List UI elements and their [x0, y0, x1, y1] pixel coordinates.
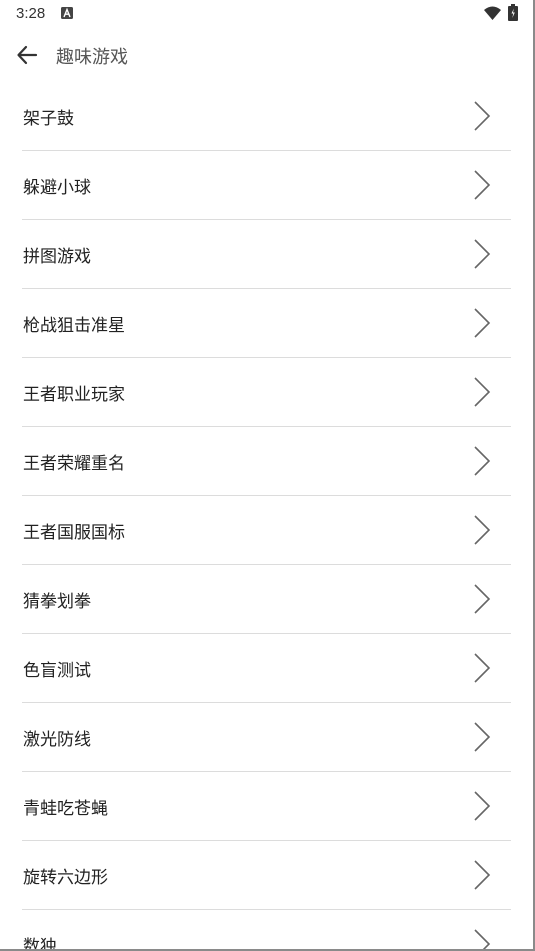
- status-time: 3:28: [16, 5, 46, 22]
- battery-icon: [508, 4, 518, 21]
- item-label: 架子鼓: [23, 109, 74, 129]
- list-item-xuanzhuan[interactable]: 旋转六边形: [22, 841, 511, 910]
- chevron-right-icon: [474, 170, 491, 200]
- chevron-right-icon: [474, 377, 491, 407]
- list-item-pintu-youxi[interactable]: 拼图游戏: [22, 220, 511, 289]
- wifi-icon: [484, 6, 501, 20]
- chevron-right-icon: [474, 929, 491, 949]
- list-item-wangzhe-guobiao[interactable]: 王者国服国标: [22, 496, 511, 565]
- chevron-right-icon: [474, 101, 491, 131]
- list-item-shudu[interactable]: 数独: [22, 910, 511, 951]
- app-header: 趣味游戏: [0, 36, 533, 74]
- list-item-semang-ceshi[interactable]: 色盲测试: [22, 634, 511, 703]
- list-item-wangzhe-zhiye[interactable]: 王者职业玩家: [22, 358, 511, 427]
- chevron-right-icon: [474, 515, 491, 545]
- list-item-wangzhe-chongming[interactable]: 王者荣耀重名: [22, 427, 511, 496]
- item-label: 王者荣耀重名: [23, 454, 125, 474]
- item-label: 青蛙吃苍蝇: [23, 799, 108, 819]
- list-item-jiguang-fangxian[interactable]: 激光防线: [22, 703, 511, 772]
- list-item-qingwa[interactable]: 青蛙吃苍蝇: [22, 772, 511, 841]
- screen: 3:28 趣味游戏 架子鼓 躲避小球 拼图游戏 枪战狙击准星 王者职业玩家 王者…: [0, 0, 535, 951]
- item-label: 拼图游戏: [23, 247, 91, 267]
- chevron-right-icon: [474, 239, 491, 269]
- chevron-right-icon: [474, 860, 491, 890]
- chevron-right-icon: [474, 308, 491, 338]
- back-button[interactable]: [14, 41, 42, 69]
- item-label: 猜拳划拳: [23, 592, 91, 612]
- page-title: 趣味游戏: [56, 47, 128, 68]
- notification-a-icon: [61, 7, 73, 19]
- list-item-qiangzhan[interactable]: 枪战狙击准星: [22, 289, 511, 358]
- chevron-right-icon: [474, 791, 491, 821]
- game-list: 架子鼓 躲避小球 拼图游戏 枪战狙击准星 王者职业玩家 王者荣耀重名 王者国服国…: [0, 82, 533, 951]
- item-label: 旋转六边形: [23, 868, 108, 888]
- item-label: 色盲测试: [23, 661, 91, 681]
- status-bar: 3:28: [0, 0, 533, 28]
- item-label: 王者职业玩家: [23, 385, 125, 405]
- list-item-caiquan[interactable]: 猜拳划拳: [22, 565, 511, 634]
- list-item-duobi-xiaoqiu[interactable]: 躲避小球: [22, 151, 511, 220]
- chevron-right-icon: [474, 722, 491, 752]
- chevron-right-icon: [474, 653, 491, 683]
- item-label: 躲避小球: [23, 178, 91, 198]
- item-label: 枪战狙击准星: [23, 316, 125, 336]
- arrow-left-icon: [17, 45, 38, 65]
- list-item-jiazigu[interactable]: 架子鼓: [22, 82, 511, 151]
- chevron-right-icon: [474, 584, 491, 614]
- item-label: 数独: [23, 937, 57, 951]
- chevron-right-icon: [474, 446, 491, 476]
- item-label: 王者国服国标: [23, 523, 125, 543]
- item-label: 激光防线: [23, 730, 91, 750]
